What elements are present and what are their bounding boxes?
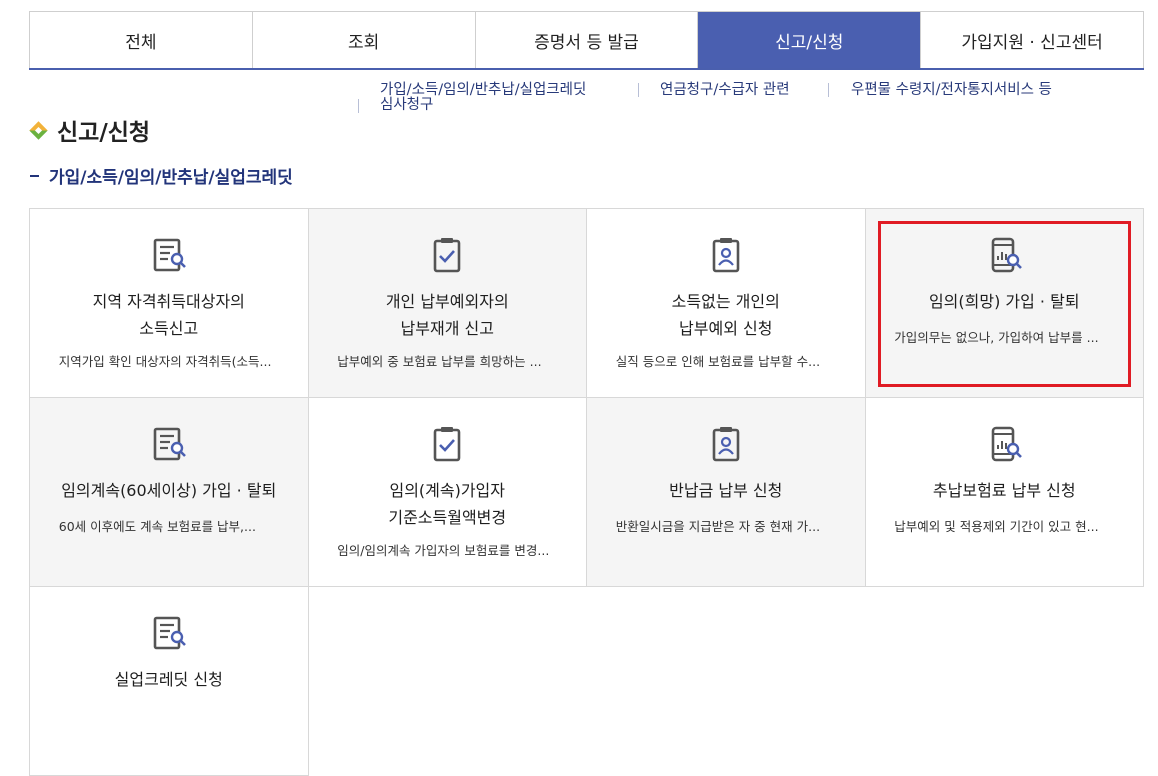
card-title: 지역 자격취득대상자의 소득신고 [92,292,245,338]
clipboard-person-icon [712,238,740,273]
section-title-text: 가입/소득/임의/반추납/실업크레딧 [49,168,293,188]
card-title: 임의계속(60세이상) 가입 · 탈퇴 [61,481,277,500]
phone-search-icon [991,237,1023,273]
section-title: 가입/소득/임의/반추납/실업크레딧 [30,163,293,188]
card-title: 추납보험료 납부 신청 [932,481,1076,500]
service-card-payment-resume[interactable]: 개인 납부예외자의 납부재개 신고 납부예외 중 보험료 납부를 희망하는 ..… [308,209,587,398]
sublink-enrollment[interactable]: 가입/소득/임의/반추납/실업크레딧 [380,82,586,98]
card-description: 임의/임의계속 가입자의 보험료를 변경... [337,543,550,558]
tab-support-center[interactable]: 가입지원 · 신고센터 [921,12,1143,68]
page-title-text: 신고/신청 [57,120,151,146]
document-search-icon [153,238,186,272]
service-card-continued-enrollment[interactable]: 임의계속(60세이상) 가입 · 탈퇴 60세 이후에도 계속 보험료를 납부,… [30,398,309,587]
card-description: 납부예외 및 적용제외 기간이 있고 현... [894,519,1099,534]
card-description: 반환일시금을 지급받은 자 중 현재 가... [615,519,821,534]
card-description: 실직 등으로 인해 보험료를 납부할 수... [615,354,821,369]
page-title: 신고/신청 [29,113,151,147]
separator [828,83,829,97]
service-card-payment-exception[interactable]: 소득없는 개인의 납부예외 신청 실직 등으로 인해 보험료를 납부할 수... [587,209,866,398]
tab-all[interactable]: 전체 [30,12,253,68]
document-search-icon [153,427,186,461]
sublink-pension-claim[interactable]: 연금청구/수급자 관련 [660,82,790,98]
tab-inquiry[interactable]: 조회 [253,12,476,68]
card-description: 지역가입 확인 대상자의 자격취득(소득... [58,354,272,369]
clipboard-check-icon [433,238,461,273]
dash-icon [30,174,39,177]
sublink-mail-address[interactable]: 우편물 수령지/전자통지서비스 등 [851,82,1052,98]
service-card-regional-income-report[interactable]: 지역 자격취득대상자의 소득신고 지역가입 확인 대상자의 자격취득(소득... [30,209,309,398]
service-grid: 지역 자격취득대상자의 소득신고 지역가입 확인 대상자의 자격취득(소득...… [29,208,1144,776]
diamond-bullet-icon [29,120,48,140]
service-card-voluntary-join-leave[interactable]: 임의(희망) 가입 · 탈퇴 가입의무는 없으나, 가입하여 납부를 ... [865,209,1144,398]
service-card-late-payment[interactable]: 추납보험료 납부 신청 납부예외 및 적용제외 기간이 있고 현... [865,398,1144,587]
phone-search-icon [991,426,1023,462]
card-description: 60세 이후에도 계속 보험료를 납부,... [58,519,256,534]
document-search-icon [153,616,186,650]
service-card-income-change[interactable]: 임의(계속)가입자 기준소득월액변경 임의/임의계속 가입자의 보험료를 변경.… [308,398,587,587]
main-tabs: 전체 조회 증명서 등 발급 신고/신청 가입지원 · 신고센터 [29,11,1144,70]
card-description: 가입의무는 없으나, 가입하여 납부를 ... [894,330,1099,345]
card-title: 반납금 납부 신청 [669,481,783,500]
card-title: 소득없는 개인의 납부예외 신청 [671,292,780,338]
clipboard-person-icon [712,427,740,462]
service-card-unemployment-credit[interactable]: 실업크레딧 신청 [30,587,309,776]
sublink-review-claim[interactable]: 심사청구 [380,97,433,113]
card-description: 납부예외 중 보험료 납부를 희망하는 ... [337,354,542,369]
service-card-refund-payment[interactable]: 반납금 납부 신청 반환일시금을 지급받은 자 중 현재 가... [587,398,866,587]
tab-certificate[interactable]: 증명서 등 발급 [476,12,699,68]
card-title: 임의(희망) 가입 · 탈퇴 [928,292,1080,311]
separator [358,99,359,113]
tab-report-apply[interactable]: 신고/신청 [698,12,922,68]
card-title: 실업크레딧 신청 [114,670,223,689]
card-title: 개인 납부예외자의 납부재개 신고 [385,292,509,338]
card-title: 임의(계속)가입자 기준소득월액변경 [388,481,507,527]
separator [638,83,639,97]
clipboard-check-icon [433,427,461,462]
